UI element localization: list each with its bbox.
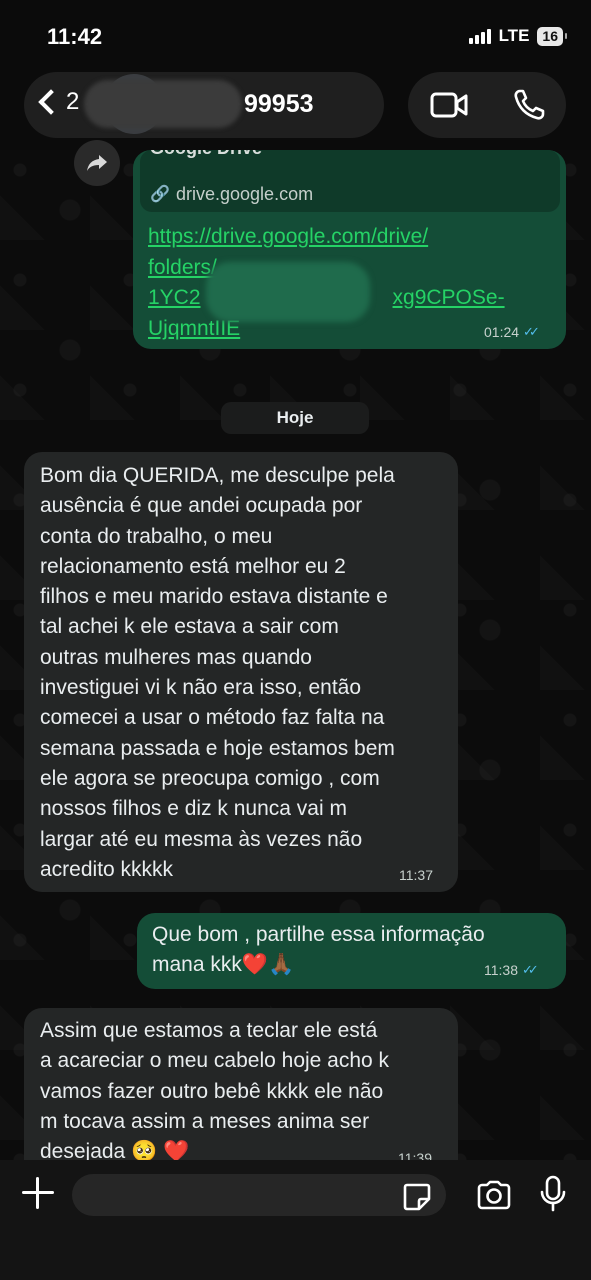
message-line: tal achei k ele estava a sair com — [40, 615, 339, 639]
link-preview-domain: drive.google.com — [176, 184, 314, 204]
message-text: Assim que estamos a teclar ele está a ac… — [40, 1016, 454, 1160]
link-fragment: xg9CPOSe- — [392, 286, 505, 309]
unread-count: 2 — [66, 88, 80, 115]
message-line: desejada 🥺 ❤️ — [40, 1140, 190, 1160]
attach-button[interactable] — [22, 1177, 54, 1209]
message-line: investiguei vi k não era isso, então — [40, 676, 362, 700]
status-time: 11:42 — [47, 24, 103, 49]
link-icon: 🔗 — [150, 186, 170, 203]
date-divider: Hoje — [221, 402, 369, 434]
link-preview-title: Google Drive — [150, 138, 263, 158]
message-line: m tocava assim a meses anima ser — [40, 1109, 370, 1133]
link-fragment: 1YC2 — [148, 286, 201, 309]
message-input[interactable] — [72, 1174, 446, 1216]
message-line: relacionamento está melhor eu 2 — [40, 554, 346, 578]
message-line: a acareciar o meu cabelo hoje acho k — [40, 1049, 390, 1073]
message-text: Bom dia QUERIDA, me desculpe pela ausênc… — [40, 461, 454, 885]
message-line: ausência é que andei ocupada por — [40, 494, 363, 518]
status-indicators: LTE 16 — [468, 26, 567, 46]
link-line: https://drive.google.com/drive/ — [148, 225, 429, 248]
time-label: 11:37 — [399, 867, 433, 883]
message-line: vamos fazer outro bebê kkkk ele não — [40, 1079, 384, 1103]
message-time: 11:38 ✓✓ — [484, 962, 539, 978]
message-line: ele agora se preocupa comigo , com — [40, 766, 380, 790]
message-line: semana passada e hoje estamos bem — [40, 736, 395, 760]
microphone-icon — [540, 1175, 566, 1212]
camera-icon — [477, 1180, 511, 1210]
camera-button[interactable] — [476, 1180, 512, 1215]
time-label: 11:38 — [484, 962, 518, 978]
battery-icon: 16 — [537, 26, 567, 46]
message-line: Que bom , partilhe essa informação — [152, 923, 485, 946]
message-time: 01:24 ✓✓ — [484, 324, 540, 340]
time-label: 01:24 — [484, 324, 520, 340]
video-call-button[interactable] — [430, 90, 468, 125]
read-ticks-icon: ✓✓ — [523, 324, 540, 339]
video-call-icon — [430, 92, 468, 118]
message-line: Assim que estamos a teclar ele está — [40, 1019, 378, 1042]
voice-call-button[interactable] — [512, 88, 546, 127]
signal-icon — [468, 28, 491, 44]
read-ticks-icon: ✓✓ — [522, 962, 539, 977]
sticker-button[interactable] — [402, 1182, 432, 1217]
message-line: outras mulheres mas quando — [40, 645, 312, 669]
message-line: largar até eu mesma às vezes não — [40, 827, 363, 851]
microphone-button[interactable] — [540, 1175, 566, 1218]
redacted-link-blur — [206, 262, 370, 322]
back-chevron-icon — [38, 89, 64, 115]
message-line: Bom dia QUERIDA, me desculpe pela — [40, 464, 395, 487]
network-label: LTE — [498, 26, 530, 45]
redacted-name-blur — [84, 80, 242, 128]
message-line: nossos filhos e diz k nunca vai m — [40, 797, 347, 821]
back-button[interactable]: 2 — [36, 88, 79, 116]
forward-icon — [87, 155, 107, 171]
forward-button[interactable] — [74, 140, 120, 186]
message-line: filhos e meu marido estava distante e — [40, 585, 388, 609]
phone-icon — [514, 89, 545, 120]
sticker-icon — [403, 1183, 431, 1211]
message-line: acredito kkkkk — [40, 857, 174, 881]
message-time: 11:37 — [399, 867, 433, 883]
message-line: conta do trabalho, o meu — [40, 524, 273, 548]
message-line: comecei a usar o método faz falta na — [40, 706, 385, 730]
contact-name[interactable]: 99953 — [244, 90, 314, 119]
